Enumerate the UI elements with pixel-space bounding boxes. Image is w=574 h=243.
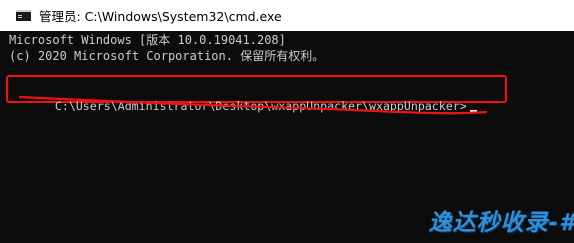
window-title: 管理员: C:\Windows\System32\cmd.exe [39,9,282,24]
console-area[interactable]: Microsoft Windows [版本 10.0.19041.208] (c… [0,31,574,243]
title-bar[interactable]: 管理员: C:\Windows\System32\cmd.exe [0,0,574,31]
cmd-console-icon [16,10,31,21]
watermark-logo: 逸达秒收录-# [428,210,574,236]
cmd-window: 管理员: C:\Windows\System32\cmd.exe Microso… [0,0,574,243]
